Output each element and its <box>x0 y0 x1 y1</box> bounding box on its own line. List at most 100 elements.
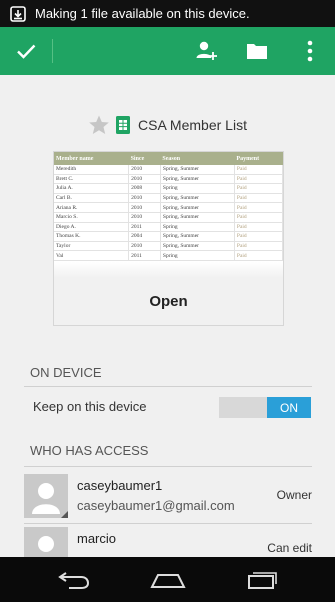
avatar-corner <box>61 511 68 518</box>
table-row: Taylor 2010 Spring, Summer Paid <box>54 241 283 252</box>
table-cell: Spring, Summer <box>160 202 235 213</box>
avatar <box>24 474 68 518</box>
person-name: caseybaumer1 <box>77 478 163 493</box>
folder-button[interactable] <box>237 27 277 75</box>
table-cell: Spring, Summer <box>160 241 235 252</box>
table-row: Marcio S. 2010 Spring, Summer Paid <box>54 212 283 223</box>
preview-header-cell: Member name <box>54 152 129 165</box>
open-button[interactable]: Open <box>54 277 283 325</box>
home-icon <box>150 573 186 588</box>
table-cell: Thomas K. <box>54 231 130 242</box>
person-role: Can edit <box>267 541 312 555</box>
table-cell: Paid <box>234 231 283 242</box>
details-panel: CSA Member List Member name Since Season… <box>0 75 335 571</box>
table-cell: Spring, Summer <box>160 174 235 185</box>
table-cell: 2010 <box>128 174 161 185</box>
table-row: Meredith 2010 Spring, Summer Paid <box>54 165 283 175</box>
section-divider <box>24 466 312 467</box>
table-cell: Paid <box>234 193 283 204</box>
table-cell: Paid <box>234 212 283 223</box>
table-cell: Carl B. <box>54 193 130 204</box>
table-cell: 2011 <box>128 250 161 261</box>
preview-fade <box>54 262 283 278</box>
table-row: Carl B. 2010 Spring, Summer Paid <box>54 193 283 204</box>
system-navigation-bar <box>0 557 335 602</box>
back-icon <box>58 571 90 589</box>
download-notification-icon <box>10 5 26 22</box>
preview-header-cell: Since <box>128 152 161 165</box>
table-row: Brett C. 2010 Spring, Summer Paid <box>54 174 283 185</box>
file-title-row: CSA Member List <box>0 111 335 139</box>
status-message: Making 1 file available on this device. <box>35 6 250 21</box>
table-cell: Taylor <box>54 241 130 252</box>
star-icon[interactable] <box>88 114 110 136</box>
table-cell: 2010 <box>128 212 161 223</box>
access-list-item[interactable]: caseybaumer1 caseybaumer1@gmail.com Owne… <box>24 474 312 524</box>
table-cell: Brett C. <box>54 174 130 185</box>
table-cell: Julia A. <box>54 183 130 194</box>
table-cell: Spring <box>160 250 235 261</box>
table-cell: Paid <box>234 222 283 233</box>
open-label: Open <box>149 292 188 310</box>
table-cell: Spring, Summer <box>160 231 235 242</box>
table-cell: Spring, Summer <box>160 193 235 204</box>
overflow-menu-icon <box>307 40 313 62</box>
table-row: Val 2011 Spring Paid <box>54 250 283 261</box>
home-button[interactable] <box>138 557 198 602</box>
table-cell: Paid <box>234 250 283 261</box>
table-cell: 2010 <box>128 202 161 213</box>
table-cell: Val <box>54 250 130 261</box>
person-name: marcio <box>77 531 117 546</box>
table-cell: Marcio S. <box>54 212 130 223</box>
table-cell: 2010 <box>128 193 161 204</box>
table-cell: Paid <box>234 183 283 194</box>
folder-icon <box>247 44 267 59</box>
done-button[interactable] <box>0 27 52 75</box>
action-bar <box>0 27 335 75</box>
preview-table: Member name Since Season Payment Meredit… <box>54 152 283 261</box>
table-cell: Ariana R. <box>54 202 130 213</box>
section-divider <box>24 386 312 387</box>
action-bar-divider <box>52 39 53 63</box>
keep-on-device-label: Keep on this device <box>33 399 147 414</box>
table-cell: 2010 <box>128 165 161 175</box>
check-icon <box>17 44 36 59</box>
preview-header-cell: Season <box>160 152 235 165</box>
table-cell: Paid <box>234 165 283 175</box>
recent-apps-icon <box>248 571 277 589</box>
recent-apps-button[interactable] <box>232 557 292 602</box>
table-cell: Spring, Summer <box>160 165 235 175</box>
on-device-header: ON DEVICE <box>30 365 102 380</box>
table-cell: Spring <box>160 222 235 233</box>
table-cell: 2008 <box>128 183 161 194</box>
table-cell: 2011 <box>128 222 161 233</box>
add-person-icon <box>196 41 217 60</box>
overflow-menu-button[interactable] <box>292 27 328 75</box>
table-cell: Diego A. <box>54 222 130 233</box>
spreadsheet-icon <box>116 116 131 134</box>
table-row: Thomas K. 2004 Spring, Summer Paid <box>54 231 283 242</box>
table-cell: 2004 <box>128 231 161 242</box>
file-preview[interactable]: Member name Since Season Payment Meredit… <box>53 151 284 326</box>
table-cell: Paid <box>234 241 283 252</box>
table-cell: Paid <box>234 174 283 185</box>
who-has-access-header: WHO HAS ACCESS <box>30 443 149 458</box>
table-cell: 2010 <box>128 241 161 252</box>
back-button[interactable] <box>44 557 104 602</box>
table-cell: Spring <box>160 183 235 194</box>
preview-header-cell: Payment <box>234 152 283 165</box>
table-cell: Meredith <box>54 165 130 175</box>
table-row: Julia A. 2008 Spring Paid <box>54 183 283 194</box>
keep-on-device-toggle[interactable]: ON <box>219 397 311 418</box>
table-row: Diego A. 2011 Spring Paid <box>54 222 283 233</box>
add-person-button[interactable] <box>186 27 226 75</box>
person-role: Owner <box>276 488 312 502</box>
list-divider <box>24 523 312 524</box>
person-email: caseybaumer1@gmail.com <box>77 498 235 513</box>
toggle-on-label: ON <box>267 397 311 418</box>
file-name: CSA Member List <box>138 117 247 133</box>
table-row: Ariana R. 2010 Spring, Summer Paid <box>54 202 283 213</box>
table-cell: Spring, Summer <box>160 212 235 223</box>
table-cell: Paid <box>234 202 283 213</box>
status-bar: Making 1 file available on this device. <box>0 0 335 27</box>
